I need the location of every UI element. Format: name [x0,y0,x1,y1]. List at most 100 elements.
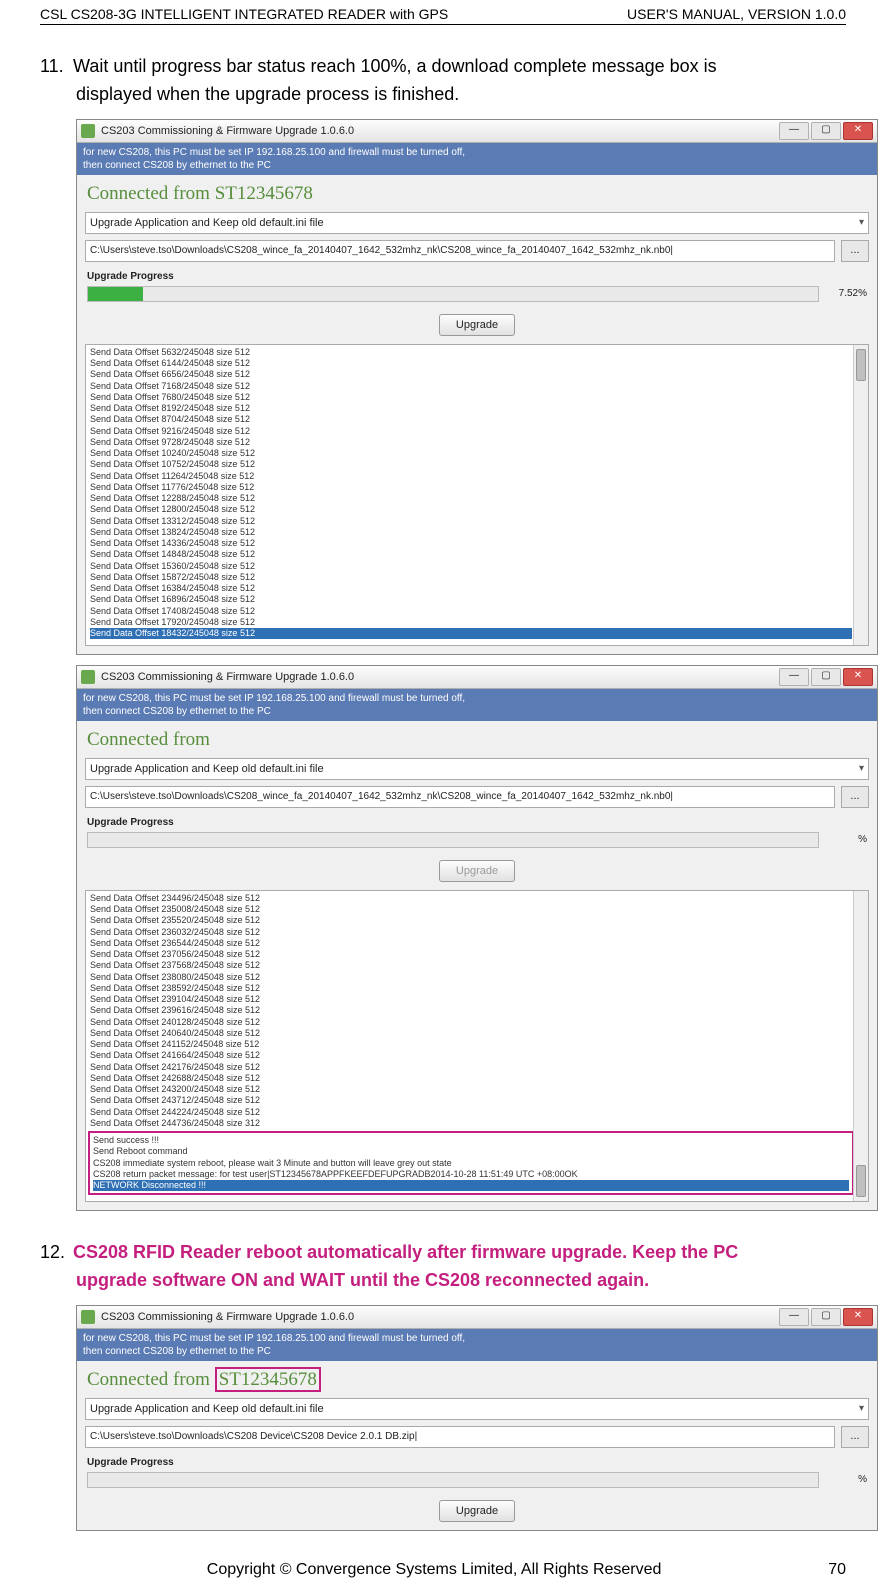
browse-button[interactable]: ... [841,1426,869,1448]
scrollbar[interactable] [853,891,868,1201]
step-11: 11. Wait until progress bar status reach… [40,53,846,109]
progress-bar [87,1472,819,1488]
header-left: CSL CS208-3G INTELLIGENT INTEGRATED READ… [40,6,448,22]
top-note-line2: then connect CS208 by ethernet to the PC [83,1345,871,1358]
log-line: Send Data Offset 15360/245048 size 512 [90,561,852,572]
log-line-selected: NETWORK Disconnected !!! [93,1180,849,1191]
connected-from-label: Connected from [87,1369,210,1390]
log-line: Send Data Offset 6144/245048 size 512 [90,358,852,369]
log-area-1[interactable]: Send Data Offset 5632/245048 size 512Sen… [85,344,869,646]
log-line: Send Data Offset 15872/245048 size 512 [90,572,852,583]
log-line: Send Data Offset 9216/245048 size 512 [90,426,852,437]
maximize-button[interactable]: ▢ [811,122,841,140]
log-line-selected: Send Data Offset 18432/245048 size 512 [90,628,852,639]
upgrade-button: Upgrade [439,860,515,882]
log-line: Send Data Offset 17408/245048 size 512 [90,606,852,617]
step-12-text-1: CS208 RFID Reader reboot automatically a… [73,1242,738,1262]
file-path-input[interactable]: C:\Users\steve.tso\Downloads\CS208_wince… [85,786,835,808]
log-line: Send success !!! [93,1135,849,1146]
top-note-line2: then connect CS208 by ethernet to the PC [83,159,871,172]
upgrade-mode-combo[interactable]: Upgrade Application and Keep old default… [85,212,869,234]
upgrade-mode-combo[interactable]: Upgrade Application and Keep old default… [85,1398,869,1420]
step-11-num: 11. [40,53,68,81]
close-button[interactable]: ✕ [843,122,873,140]
top-note: for new CS208, this PC must be set IP 19… [77,1329,877,1361]
log-line: Send Data Offset 11264/245048 size 512 [90,471,852,482]
combo-text: Upgrade Application and Keep old default… [90,217,324,229]
log-line: Send Data Offset 12288/245048 size 512 [90,493,852,504]
log-line: Send Data Offset 239104/245048 size 512 [90,994,852,1005]
app-icon [81,124,95,138]
log-line: Send Data Offset 14848/245048 size 512 [90,549,852,560]
close-button[interactable]: ✕ [843,1308,873,1326]
footer-copyright: Copyright © Convergence Systems Limited,… [40,1561,828,1579]
log-line: Send Data Offset 9728/245048 size 512 [90,437,852,448]
log-line: Send Data Offset 10240/245048 size 512 [90,448,852,459]
serial-number: ST12345678 [215,183,313,204]
progress-pct: % [827,834,867,845]
minimize-button[interactable]: — [779,668,809,686]
log-area-2[interactable]: Send Data Offset 234496/245048 size 512 S… [85,890,869,1202]
log-line: Send Data Offset 11776/245048 size 512 [90,482,852,493]
app-window-1: CS203 Commissioning & Firmware Upgrade 1… [76,119,878,655]
upgrade-progress-label: Upgrade Progress [77,1451,877,1470]
app-icon [81,670,95,684]
upgrade-mode-combo[interactable]: Upgrade Application and Keep old default… [85,758,869,780]
file-path-input[interactable]: C:\Users\steve.tso\Downloads\CS208 Devic… [85,1426,835,1448]
header-right: USER'S MANUAL, VERSION 1.0.0 [627,6,846,22]
log-line: Send Data Offset 13824/245048 size 512 [90,527,852,538]
log-line: Send Data Offset 12800/245048 size 512 [90,504,852,515]
browse-button[interactable]: ... [841,786,869,808]
upgrade-button[interactable]: Upgrade [439,314,515,336]
log-line: Send Data Offset 14336/245048 size 512 [90,538,852,549]
progress-pct: 7.52% [827,288,867,299]
minimize-button[interactable]: — [779,1308,809,1326]
log-line: Send Data Offset 240128/245048 size 512 [90,1017,852,1028]
app-icon [81,1310,95,1324]
log-line: Send Data Offset 242688/245048 size 512 [90,1073,852,1084]
log-line: Send Data Offset 241664/245048 size 512 [90,1050,852,1061]
log-line: Send Data Offset 236544/245048 size 512 [90,938,852,949]
top-note: for new CS208, this PC must be set IP 19… [77,689,877,721]
log-line: Send Data Offset 244224/245048 size 512 [90,1107,852,1118]
step-12-num: 12. [40,1239,68,1267]
combo-text: Upgrade Application and Keep old default… [90,763,324,775]
chevron-down-icon: ▾ [859,1403,864,1414]
log-line: Send Data Offset 243712/245048 size 512 [90,1095,852,1106]
combo-text: Upgrade Application and Keep old default… [90,1403,324,1415]
progress-bar [87,286,819,302]
upgrade-button[interactable]: Upgrade [439,1500,515,1522]
log-line: Send Data Offset 243200/245048 size 512 [90,1084,852,1095]
step-12: 12. CS208 RFID Reader reboot automatical… [40,1239,846,1295]
log-line: Send Data Offset 237568/245048 size 512 [90,960,852,971]
log-line: Send Data Offset 241152/245048 size 512 [90,1039,852,1050]
log-line: Send Data Offset 240640/245048 size 512 [90,1028,852,1039]
close-button[interactable]: ✕ [843,668,873,686]
step-11-text-2: displayed when the upgrade process is fi… [76,81,846,109]
log-line: Send Data Offset 8704/245048 size 512 [90,414,852,425]
scrollbar[interactable] [853,345,868,645]
log-line: Send Data Offset 239616/245048 size 512 [90,1005,852,1016]
file-path-input[interactable]: C:\Users\steve.tso\Downloads\CS208_wince… [85,240,835,262]
serial-number-highlighted: ST12345678 [215,1367,321,1392]
log-line: Send Data Offset 10752/245048 size 512 [90,459,852,470]
log-line: Send Data Offset 236032/245048 size 512 [90,927,852,938]
log-line: Send Data Offset 7168/245048 size 512 [90,381,852,392]
log-line: Send Data Offset 234496/245048 size 512 [90,893,852,904]
completion-callout: Send success !!!Send Reboot commandCS208… [88,1131,854,1195]
top-note-line1: for new CS208, this PC must be set IP 19… [83,1332,871,1345]
log-line: Send Data Offset 8192/245048 size 512 [90,403,852,414]
connected-from-label: Connected from [87,729,210,750]
maximize-button[interactable]: ▢ [811,1308,841,1326]
maximize-button[interactable]: ▢ [811,668,841,686]
minimize-button[interactable]: — [779,122,809,140]
log-line: Send Data Offset 17920/245048 size 512 [90,617,852,628]
progress-pct: % [827,1474,867,1485]
log-line: Send Data Offset 235520/245048 size 512 [90,915,852,926]
browse-button[interactable]: ... [841,240,869,262]
app-window-2: CS203 Commissioning & Firmware Upgrade 1… [76,665,878,1211]
log-line: Send Data Offset 7680/245048 size 512 [90,392,852,403]
log-line: Send Data Offset 5632/245048 size 512 [90,347,852,358]
log-line: Send Reboot command [93,1146,849,1157]
connected-from-label: Connected from [87,183,210,204]
